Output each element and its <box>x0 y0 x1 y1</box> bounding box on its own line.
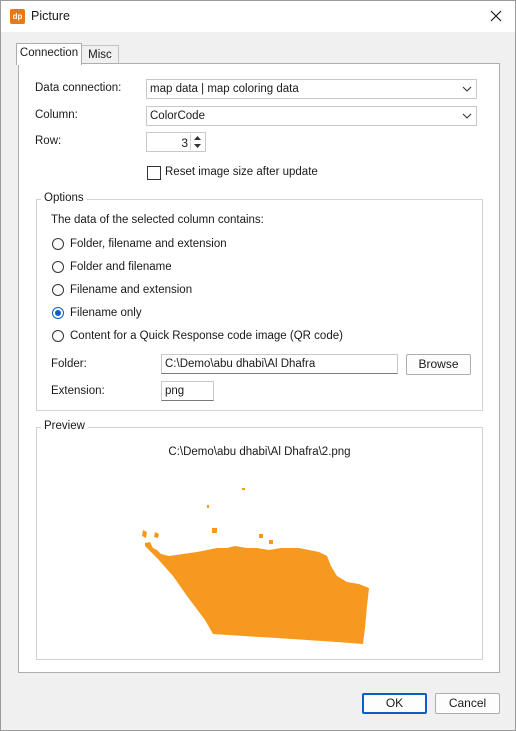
close-icon <box>490 10 502 22</box>
reset-image-size-checkbox[interactable] <box>147 166 161 180</box>
row-label: Row: <box>35 135 62 147</box>
radio-qr-code[interactable] <box>52 330 64 342</box>
chevron-down-icon <box>462 113 472 119</box>
row-value: 3 <box>181 136 188 150</box>
tab-connection[interactable]: Connection <box>16 43 82 65</box>
row-stepper[interactable]: 3 <box>146 132 206 152</box>
radio-filename-only[interactable] <box>52 307 64 319</box>
app-icon: dp <box>10 9 25 24</box>
data-connection-value: map data | map coloring data <box>150 83 299 95</box>
data-connection-label: Data connection: <box>35 82 122 94</box>
radio-label[interactable]: Folder, filename and extension <box>70 238 227 250</box>
extension-value: png <box>165 385 185 397</box>
radio-label[interactable]: Content for a Quick Response code image … <box>70 330 343 342</box>
data-connection-select[interactable]: map data | map coloring data <box>146 79 477 99</box>
tab-misc[interactable]: Misc <box>81 45 119 65</box>
radio-label[interactable]: Filename only <box>70 307 142 319</box>
preview-image <box>142 488 369 644</box>
folder-label: Folder: <box>51 358 87 370</box>
ok-button[interactable]: OK <box>362 693 427 714</box>
preview-group-title: Preview <box>41 420 88 432</box>
radio-folder-filename-extension[interactable] <box>52 238 64 250</box>
radio-label[interactable]: Folder and filename <box>70 261 172 273</box>
reset-image-size-label[interactable]: Reset image size after update <box>165 166 318 178</box>
extension-label: Extension: <box>51 385 105 397</box>
row-stepper-arrows <box>190 134 204 150</box>
options-group-title: Options <box>41 192 87 204</box>
close-button[interactable] <box>487 7 505 25</box>
window-title: Picture <box>31 9 70 23</box>
chevron-down-icon <box>462 86 472 92</box>
chevron-down-icon <box>194 144 201 148</box>
preview-group: Preview C:\Demo\abu dhabi\Al Dhafra\2.pn… <box>36 420 483 660</box>
cancel-button[interactable]: Cancel <box>435 693 500 714</box>
radio-filename-extension[interactable] <box>52 284 64 296</box>
folder-value: C:\Demo\abu dhabi\Al Dhafra <box>165 358 316 370</box>
options-group: Options The data of the selected column … <box>36 192 483 411</box>
column-value: ColorCode <box>150 110 205 122</box>
folder-input[interactable]: C:\Demo\abu dhabi\Al Dhafra <box>161 354 398 374</box>
column-label: Column: <box>35 109 78 121</box>
chevron-up-icon <box>194 136 201 140</box>
picture-dialog: dp Picture Connection Misc Data connecti… <box>0 0 516 731</box>
connection-panel: Data connection: map data | map coloring… <box>18 63 500 673</box>
stepper-up-button[interactable] <box>191 134 204 142</box>
options-description: The data of the selected column contains… <box>51 214 264 226</box>
stepper-down-button[interactable] <box>191 142 204 150</box>
radio-folder-filename[interactable] <box>52 261 64 273</box>
extension-input[interactable]: png <box>161 381 214 401</box>
title-bar: dp Picture <box>1 1 515 32</box>
browse-button[interactable]: Browse <box>406 354 471 375</box>
preview-path: C:\Demo\abu dhabi\Al Dhafra\2.png <box>168 446 351 458</box>
radio-label[interactable]: Filename and extension <box>70 284 192 296</box>
dialog-client-area: Connection Misc Data connection: map dat… <box>1 32 515 730</box>
column-select[interactable]: ColorCode <box>146 106 477 126</box>
